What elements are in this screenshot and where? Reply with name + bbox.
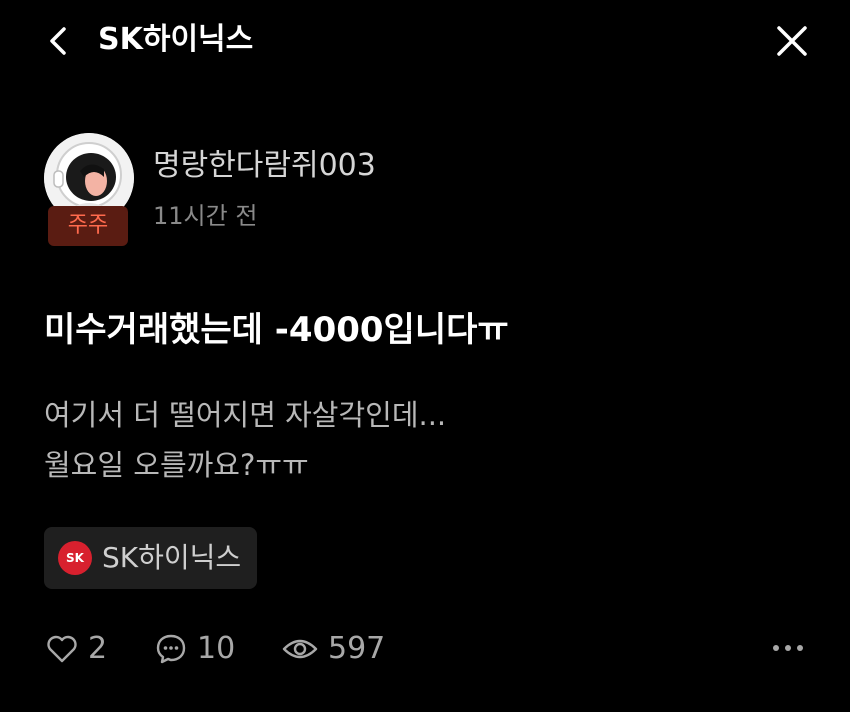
comment-bubble-icon [156, 634, 186, 664]
shareholder-badge: 주주 [48, 206, 128, 246]
sk-logo-icon: SK [58, 541, 92, 575]
close-button[interactable] [772, 21, 812, 61]
post-body-line: 월요일 오를까요?ㅠㅠ [44, 448, 309, 482]
more-options-button[interactable] [770, 630, 806, 666]
eye-icon [282, 639, 318, 659]
top-bar: SK하이닉스 [0, 0, 850, 82]
chevron-left-icon [50, 27, 66, 55]
view-count: 597 [328, 631, 386, 666]
sk-logo-text: SK [66, 551, 84, 565]
page-title: SK하이닉스 [98, 22, 254, 57]
post-body: 여기서 더 떨어지면 자살각인데... 월요일 오를까요?ㅠㅠ [44, 390, 804, 490]
stock-tag-label: SK하이닉스 [102, 541, 242, 574]
comment-button[interactable]: 10 [155, 626, 235, 672]
more-horizontal-icon [773, 645, 803, 651]
post-body-line: 여기서 더 떨어지면 자살각인데... [44, 398, 447, 432]
like-button[interactable]: 2 [46, 626, 107, 672]
post-timestamp: 11시간 전 [153, 202, 258, 230]
author-name[interactable]: 명랑한다람쥐003 [153, 146, 376, 186]
close-icon [777, 26, 807, 56]
post-title: 미수거래했는데 -4000입니다ㅠ [44, 310, 509, 350]
like-count: 2 [88, 631, 108, 666]
view-count-display: 597 [282, 626, 385, 672]
heart-icon [47, 635, 77, 663]
back-button[interactable] [40, 22, 78, 60]
stock-tag-chip[interactable]: SK SK하이닉스 [44, 527, 258, 589]
comment-count: 10 [197, 631, 236, 666]
